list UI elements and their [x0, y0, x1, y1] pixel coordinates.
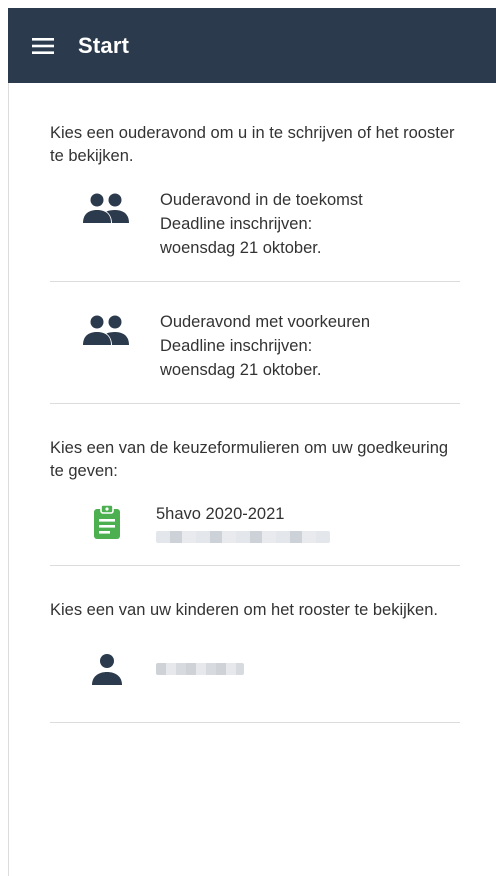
evening-title: Ouderavond in de toekomst — [160, 191, 363, 209]
deadline-label: Deadline inschrijven: — [160, 337, 313, 355]
deadline-date: woensdag 21 oktober. — [160, 239, 322, 257]
child-item[interactable] — [50, 649, 462, 689]
hamburger-menu-icon — [32, 37, 54, 54]
forms-intro: Kies een van de keuzeformulieren om uw g… — [50, 439, 449, 480]
page-title: Start — [78, 32, 130, 58]
evenings-intro: Kies een ouderavond om u in te schrijven… — [50, 124, 455, 165]
clipboard-icon — [78, 502, 136, 542]
divider — [50, 403, 460, 404]
deadline-label: Deadline inschrijven: — [160, 215, 313, 233]
main-content: Kies een ouderavond om u in te schrijven… — [50, 83, 462, 723]
evening-item[interactable]: Ouderavond met voorkeuren Deadline insch… — [50, 310, 462, 382]
form-title: 5havo 2020-2021 — [156, 505, 285, 523]
group-icon — [78, 310, 136, 350]
deadline-date: woensdag 21 oktober. — [160, 361, 322, 379]
group-icon — [78, 188, 136, 228]
redacted-child-name — [156, 663, 244, 675]
evening-item[interactable]: Ouderavond in de toekomst Deadline insch… — [50, 188, 462, 260]
form-item[interactable]: 5havo 2020-2021 — [50, 502, 462, 543]
divider — [50, 281, 460, 282]
children-intro: Kies een van uw kinderen om het rooster … — [50, 601, 438, 619]
divider — [50, 565, 460, 566]
redacted-form-subtitle — [156, 531, 330, 543]
app-bar: Start — [8, 8, 496, 83]
evening-title: Ouderavond met voorkeuren — [160, 313, 371, 331]
divider — [50, 722, 460, 723]
page-left-border — [8, 83, 9, 876]
person-icon — [78, 649, 136, 689]
menu-button[interactable] — [26, 29, 60, 63]
